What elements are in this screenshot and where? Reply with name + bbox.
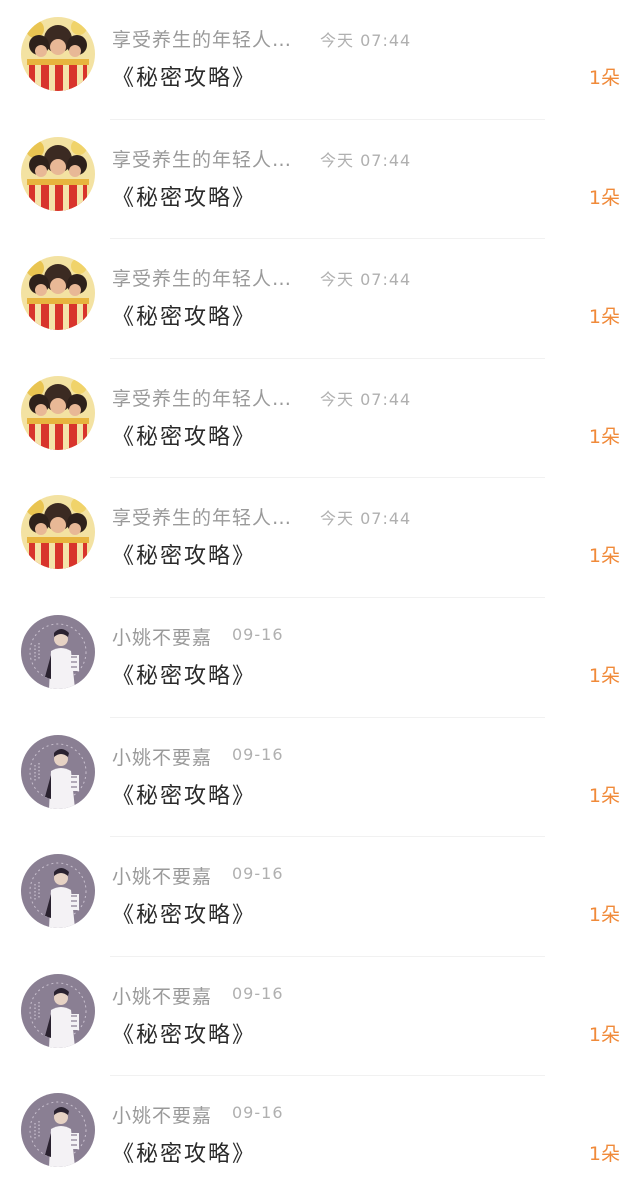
sender-name[interactable]: 享受养生的年轻人… (112, 264, 292, 291)
sender-name[interactable]: 小姚不要嘉 (112, 1101, 212, 1128)
message-time: 今天 07:44 (320, 389, 412, 409)
gold-group-avatar-icon[interactable] (21, 256, 95, 331)
message-title[interactable]: 《秘密攻略》 (112, 897, 256, 929)
flower-count: 1朵 (588, 904, 620, 927)
flower-count: 1朵 (588, 306, 620, 329)
message-time: 09-16 (232, 744, 284, 764)
gold-group-avatar-icon[interactable] (21, 17, 95, 91)
list-item[interactable]: 享受养生的年轻人… 今天 07:44 《秘密攻略》 1朵 (0, 478, 640, 598)
message-title[interactable]: 《秘密攻略》 (112, 299, 256, 331)
message-title[interactable]: 《秘密攻略》 (112, 538, 256, 570)
gold-group-avatar-icon[interactable] (21, 495, 95, 570)
purple-portrait-avatar-icon[interactable] (21, 1093, 95, 1168)
message-time: 今天 07:44 (320, 150, 412, 170)
flower-count: 1朵 (588, 1143, 620, 1166)
sender-name[interactable]: 小姚不要嘉 (112, 862, 212, 889)
sender-name[interactable]: 小姚不要嘉 (112, 743, 212, 770)
message-time: 09-16 (232, 624, 284, 644)
flower-count: 1朵 (588, 545, 620, 568)
purple-portrait-avatar-icon[interactable] (21, 614, 95, 689)
message-title[interactable]: 《秘密攻略》 (112, 60, 256, 92)
message-time: 09-16 (232, 983, 284, 1003)
list-item[interactable]: 小姚不要嘉 09-16 《秘密攻略》 1朵 (0, 718, 640, 838)
message-title[interactable]: 《秘密攻略》 (112, 180, 256, 212)
message-time: 今天 07:44 (320, 31, 412, 50)
message-time: 09-16 (232, 1103, 284, 1123)
flower-count: 1朵 (588, 1023, 620, 1046)
sender-name[interactable]: 小姚不要嘉 (112, 982, 212, 1009)
message-title[interactable]: 《秘密攻略》 (112, 1136, 256, 1168)
sender-name[interactable]: 享受养生的年轻人… (112, 25, 292, 52)
list-item[interactable]: 享受养生的年轻人… 今天 07:44 《秘密攻略》 1朵 (0, 239, 640, 359)
list-item[interactable]: 享受养生的年轻人… 今天 07:44 《秘密攻略》 1朵 (0, 359, 640, 479)
sender-name[interactable]: 小姚不要嘉 (112, 623, 212, 650)
sender-name[interactable]: 享受养生的年轻人… (112, 503, 292, 530)
list-item[interactable]: 小姚不要嘉 09-16 《秘密攻略》 1朵 (0, 598, 640, 718)
sender-name[interactable]: 享受养生的年轻人… (112, 145, 292, 172)
purple-portrait-avatar-icon[interactable] (21, 734, 95, 809)
gold-group-avatar-icon[interactable] (21, 136, 95, 211)
list-item[interactable]: 享受养生的年轻人… 今天 07:44 《秘密攻略》 1朵 (0, 0, 640, 120)
message-time: 今天 07:44 (320, 270, 412, 290)
message-time: 09-16 (232, 864, 284, 884)
message-title[interactable]: 《秘密攻略》 (112, 658, 256, 690)
message-title[interactable]: 《秘密攻略》 (112, 419, 256, 451)
list-item[interactable]: 小姚不要嘉 09-16 《秘密攻略》 1朵 (0, 837, 640, 957)
message-title[interactable]: 《秘密攻略》 (112, 778, 256, 810)
sender-name[interactable]: 享受养生的年轻人… (112, 384, 292, 411)
message-list: 享受养生的年轻人… 今天 07:44 《秘密攻略》 1朵 享受养生的年轻人… 今… (0, 0, 640, 1186)
flower-count: 1朵 (588, 425, 620, 448)
flower-count: 1朵 (588, 784, 620, 807)
list-item[interactable]: 小姚不要嘉 09-16 《秘密攻略》 1朵 (0, 957, 640, 1077)
flower-count: 1朵 (588, 67, 620, 89)
flower-count: 1朵 (588, 186, 620, 209)
purple-portrait-avatar-icon[interactable] (21, 854, 95, 929)
message-title[interactable]: 《秘密攻略》 (112, 1017, 256, 1049)
message-time: 今天 07:44 (320, 509, 412, 529)
list-item[interactable]: 小姚不要嘉 09-16 《秘密攻略》 1朵 (0, 1076, 640, 1196)
list-item[interactable]: 享受养生的年轻人… 今天 07:44 《秘密攻略》 1朵 (0, 120, 640, 240)
gold-group-avatar-icon[interactable] (21, 375, 95, 450)
purple-portrait-avatar-icon[interactable] (21, 973, 95, 1048)
flower-count: 1朵 (588, 664, 620, 687)
